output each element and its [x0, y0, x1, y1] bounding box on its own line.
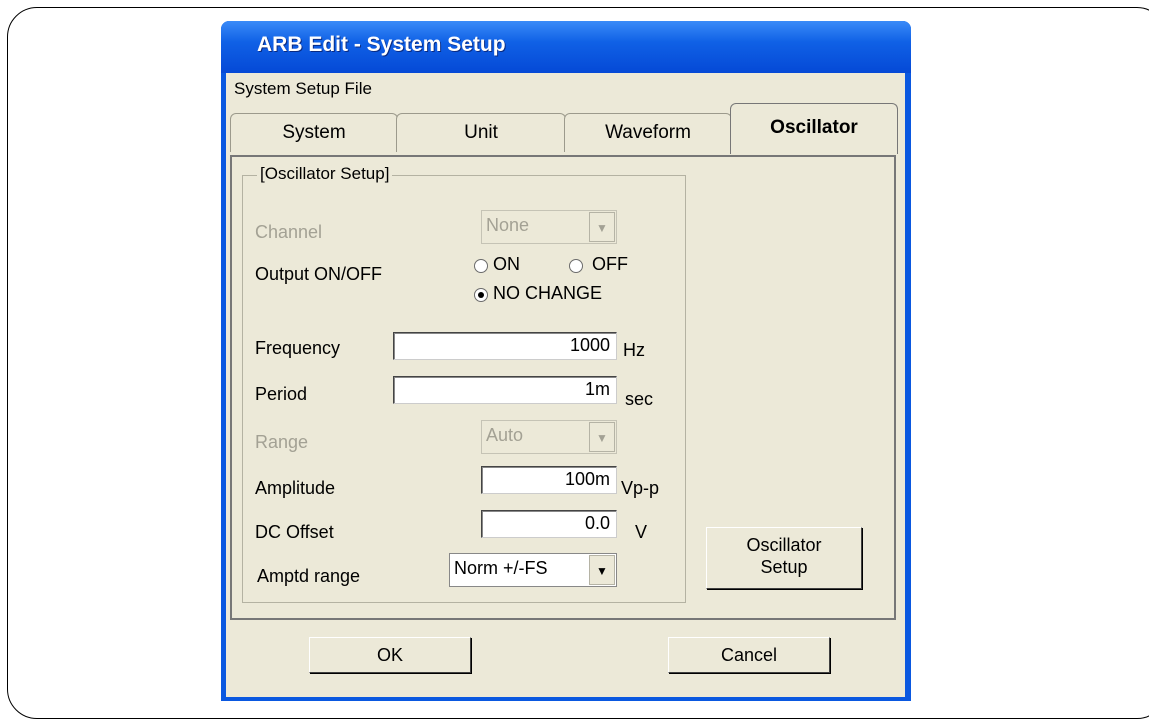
amptd-range-value: Norm +/-FS: [454, 558, 548, 578]
period-input[interactable]: 1m: [393, 376, 617, 404]
dialog-client: System Setup File System Unit Waveform O…: [226, 73, 905, 697]
channel-select: None ▼: [481, 210, 617, 244]
radio-no-change-label: NO CHANGE: [493, 283, 603, 303]
range-label: Range: [255, 432, 309, 452]
dc-offset-label: DC Offset: [255, 522, 334, 542]
range-select: Auto ▼: [481, 420, 617, 454]
tab-strip: System Unit Waveform Oscillator: [226, 103, 905, 155]
amptd-range-label: Amptd range: [257, 566, 361, 586]
menu-bar: System Setup File: [226, 73, 905, 103]
radio-no-change[interactable]: [474, 288, 488, 302]
dialog-window: ARB Edit - System Setup System Setup Fil…: [221, 21, 911, 701]
cancel-button[interactable]: Cancel: [668, 637, 830, 673]
radio-on-label: ON: [493, 254, 520, 274]
menu-system-setup-file[interactable]: System Setup File: [234, 79, 372, 99]
oscillator-setup-line1: Oscillator: [746, 535, 822, 555]
radio-on[interactable]: [474, 259, 488, 273]
channel-label: Channel: [255, 222, 323, 242]
output-label: Output ON/OFF: [255, 264, 383, 284]
oscillator-tab-panel: [Oscillator Setup] Channel None ▼ Output…: [230, 155, 896, 620]
ok-button[interactable]: OK: [309, 637, 471, 673]
dc-offset-unit: V: [635, 522, 648, 542]
range-value: Auto: [486, 425, 524, 445]
frequency-label: Frequency: [255, 338, 341, 358]
amptd-range-select[interactable]: Norm +/-FS ▼: [449, 553, 617, 587]
amplitude-label: Amplitude: [255, 478, 336, 498]
radio-off[interactable]: [569, 259, 583, 273]
period-label: Period: [255, 384, 308, 404]
amplitude-unit: Vp-p: [621, 478, 660, 498]
tab-waveform[interactable]: Waveform: [564, 113, 732, 152]
oscillator-setup-line2: Setup: [760, 557, 808, 577]
chevron-down-icon: ▼: [589, 422, 615, 452]
chevron-down-icon: ▼: [589, 212, 615, 242]
chevron-down-icon[interactable]: ▼: [589, 555, 615, 585]
dc-offset-input[interactable]: 0.0: [481, 510, 617, 538]
tab-oscillator[interactable]: Oscillator: [730, 103, 898, 154]
radio-off-label: OFF: [592, 254, 628, 274]
oscillator-setup-group: [Oscillator Setup] Channel None ▼ Output…: [242, 164, 686, 603]
amplitude-input[interactable]: 100m: [481, 466, 617, 494]
frequency-input[interactable]: 1000: [393, 332, 617, 360]
window-title: ARB Edit - System Setup: [257, 33, 506, 56]
tab-system[interactable]: System: [230, 113, 398, 152]
frequency-unit: Hz: [623, 340, 645, 360]
tab-unit[interactable]: Unit: [396, 113, 566, 152]
oscillator-setup-button[interactable]: Oscillator Setup: [706, 527, 862, 589]
period-unit: sec: [625, 389, 654, 409]
title-bar: ARB Edit - System Setup: [221, 21, 911, 73]
channel-value: None: [486, 215, 530, 235]
group-title: [Oscillator Setup]: [257, 164, 393, 184]
